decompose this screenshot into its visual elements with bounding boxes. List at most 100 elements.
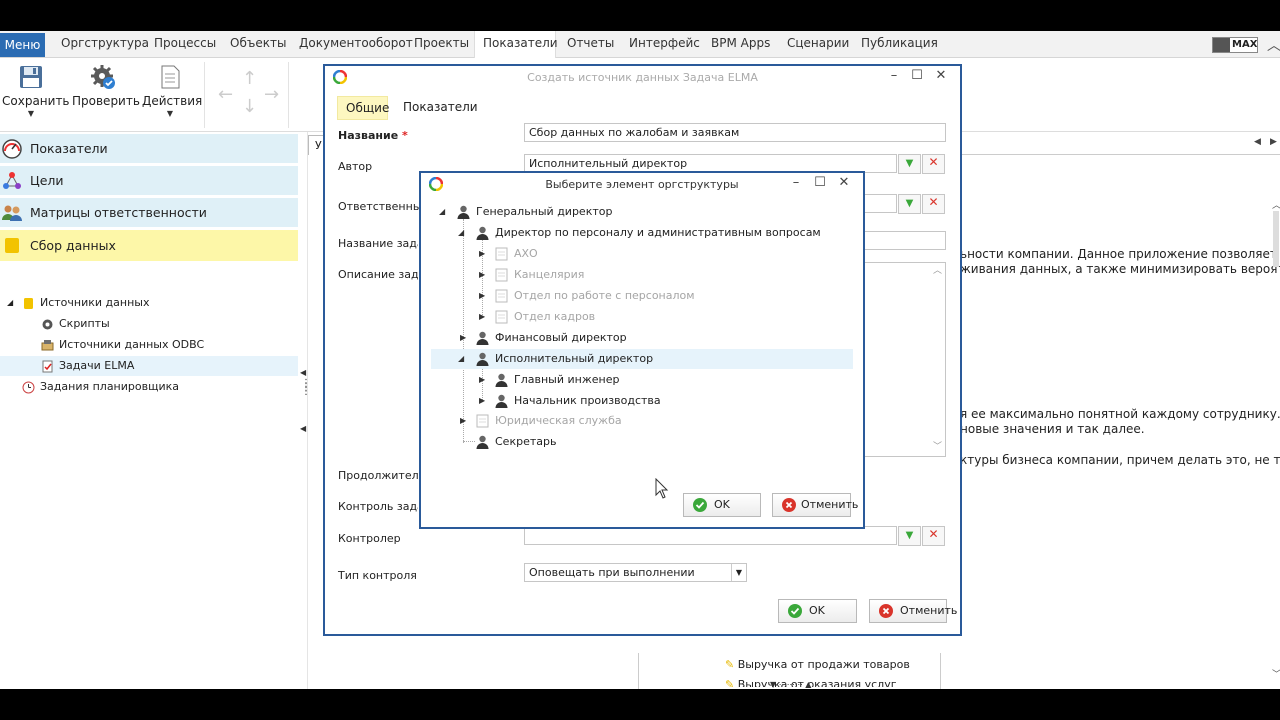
menu-bpm-apps[interactable]: BPM Apps	[707, 31, 774, 58]
tree-expander-icon[interactable]: ◢	[458, 349, 464, 369]
save-dropdown-arrow-icon[interactable]: ▼	[2, 110, 60, 118]
max-edition-badge: MAX	[1212, 37, 1258, 53]
scroll-up-icon[interactable]: ︿	[1272, 198, 1280, 211]
ok-button[interactable]: OK	[778, 599, 857, 623]
person-icon	[476, 352, 489, 366]
cancel-label: Отменить	[801, 498, 859, 511]
org-node-label: Канцелярия	[514, 268, 585, 281]
menu-reports[interactable]: Отчеты	[563, 31, 618, 58]
tree-item-scheduler-tasks[interactable]: Задания планировщика	[0, 377, 298, 397]
panel-splitter[interactable]: ◀ ⋮ ⋮ ⋮ ◀	[298, 132, 311, 689]
dialog-title: Создать источник данных Задача ELMA	[527, 71, 758, 84]
menu-scenarios[interactable]: Сценарии	[783, 31, 853, 58]
tree-item-elma-tasks[interactable]: Задачи ELMA	[0, 356, 298, 376]
ruler-icon: ✎	[725, 658, 735, 671]
controller-select-button[interactable]: ▼	[898, 526, 921, 546]
tree-expander-icon[interactable]: ◢	[7, 293, 13, 313]
folder-icon	[24, 298, 33, 309]
responsible-clear-button[interactable]: ✕	[922, 194, 945, 214]
required-mark: *	[402, 129, 408, 142]
task-icon	[42, 360, 53, 373]
collapse-ribbon-icon[interactable]: ︿	[1267, 35, 1280, 55]
org-node-label: Секретарь	[495, 435, 557, 448]
tree-item-label: Источники данных ODBC	[59, 338, 205, 351]
tab-indicators[interactable]: Показатели	[395, 96, 486, 120]
org-node-label: Директор по персоналу и административным…	[495, 226, 821, 239]
tab-scroll-left-icon[interactable]: ◀	[1254, 137, 1261, 147]
tree-expander-icon[interactable]: ▶	[460, 328, 466, 348]
scroll-down-icon[interactable]: ▼ ⋯⋯⋯ ▲	[770, 680, 811, 689]
menu-orgstructure[interactable]: Оргструктура	[57, 31, 153, 58]
menu-processes[interactable]: Процессы	[150, 31, 220, 58]
menu-objects[interactable]: Объекты	[226, 31, 290, 58]
arrow-down-icon[interactable]: ↓	[242, 96, 257, 117]
list-item[interactable]: ✎ Выручка от продажи товаров	[725, 658, 910, 671]
tree-expander-icon[interactable]: ▶	[479, 286, 485, 306]
scroll-down-icon[interactable]: ﹀	[1272, 667, 1280, 680]
ruler-icon: ✎	[725, 678, 735, 687]
tab-general[interactable]: Общие	[337, 96, 389, 120]
author-label: Автор	[338, 160, 373, 173]
menu-documents[interactable]: Документооборот	[295, 31, 417, 58]
org-ok-button[interactable]: OK	[683, 493, 761, 517]
arrow-left-icon[interactable]: ←	[218, 84, 233, 105]
description-text: живания данных, а также минимизировать в…	[960, 262, 1280, 276]
tree-expander-icon[interactable]: ◢	[439, 202, 445, 222]
name-input[interactable]: Сбор данных по жалобам и заявкам	[524, 123, 946, 142]
sidebar-item-responsibility-matrices[interactable]: Матрицы ответственности	[0, 198, 298, 228]
chevron-down-icon[interactable]: ▼	[731, 564, 746, 581]
name-label: Название *	[338, 129, 408, 142]
tree-expander-icon[interactable]: ▶	[479, 307, 485, 327]
tree-expander-icon[interactable]: ◢	[458, 223, 464, 243]
clear-icon: ✕	[928, 195, 939, 209]
responsible-select-button[interactable]: ▼	[898, 194, 921, 214]
org-cancel-button[interactable]: Отменить	[772, 493, 858, 517]
menu-indicators[interactable]: Показатели	[474, 31, 558, 58]
tree-item-data-sources[interactable]: ◢ Источники данных	[0, 293, 298, 313]
author-clear-button[interactable]: ✕	[922, 154, 945, 174]
menu-button[interactable]: Меню	[0, 33, 45, 57]
collapse-left-icon[interactable]: ◀	[300, 368, 306, 377]
tree-expander-icon[interactable]: ▶	[460, 411, 466, 431]
maximize-icon[interactable]: ☐	[910, 68, 924, 83]
control-type-select[interactable]: Оповещать при выполнении ▼	[524, 563, 747, 582]
minimize-icon[interactable]: –	[887, 68, 901, 83]
tree-expander-icon[interactable]: ▶	[479, 370, 485, 390]
tree-expander-icon[interactable]: ▶	[479, 244, 485, 264]
maximize-icon[interactable]: ☐	[813, 175, 827, 190]
screen: Меню Оргструктура Процессы Объекты Докум…	[0, 0, 1280, 720]
org-node-executive-director[interactable]: ◢ Исполнительный директор	[431, 349, 853, 369]
collapse-left-icon[interactable]: ◀	[300, 424, 306, 433]
cancel-icon	[879, 604, 893, 618]
menu-projects[interactable]: Проекты	[410, 31, 473, 58]
close-icon[interactable]: ✕	[934, 68, 948, 83]
arrow-right-icon[interactable]: →	[264, 84, 279, 105]
actions-dropdown-arrow-icon[interactable]: ▼	[142, 110, 198, 118]
controller-clear-button[interactable]: ✕	[922, 526, 945, 546]
close-icon[interactable]: ✕	[837, 175, 851, 190]
cancel-label: Отменить	[900, 604, 958, 617]
arrow-up-icon[interactable]: ↑	[242, 68, 257, 89]
tab-scroll-right-icon[interactable]: ▶	[1270, 137, 1277, 147]
textarea-scroll-up-icon[interactable]: ︿	[933, 263, 942, 280]
department-icon	[495, 268, 508, 282]
actions-button[interactable]: Действия ▼	[142, 64, 202, 128]
tree-item-scripts[interactable]: Скрипты	[0, 314, 298, 334]
textarea-scroll-down-icon[interactable]: ﹀	[933, 439, 942, 456]
author-select-button[interactable]: ▼	[898, 154, 921, 174]
tree-expander-icon[interactable]: ▶	[479, 265, 485, 285]
check-button[interactable]: Проверить	[72, 64, 140, 128]
sidebar-item-data-collection[interactable]: Сбор данных	[0, 230, 298, 262]
dropdown-arrow-icon: ▼	[905, 530, 914, 541]
cancel-button[interactable]: Отменить	[869, 599, 957, 623]
tree-expander-icon[interactable]: ▶	[479, 391, 485, 411]
minimize-icon[interactable]: –	[789, 175, 803, 190]
content-scrollbar-thumb[interactable]	[1273, 211, 1279, 267]
save-button[interactable]: Сохранить ▼	[2, 64, 70, 128]
menu-interface[interactable]: Интерфейс	[625, 31, 704, 58]
control-type-value: Оповещать при выполнении	[529, 566, 695, 579]
menu-publication[interactable]: Публикация	[857, 31, 942, 58]
sidebar-item-indicators[interactable]: Показатели	[0, 134, 298, 164]
tree-item-odbc-sources[interactable]: Источники данных ODBC	[0, 335, 298, 355]
sidebar-item-goals[interactable]: Цели	[0, 166, 298, 196]
